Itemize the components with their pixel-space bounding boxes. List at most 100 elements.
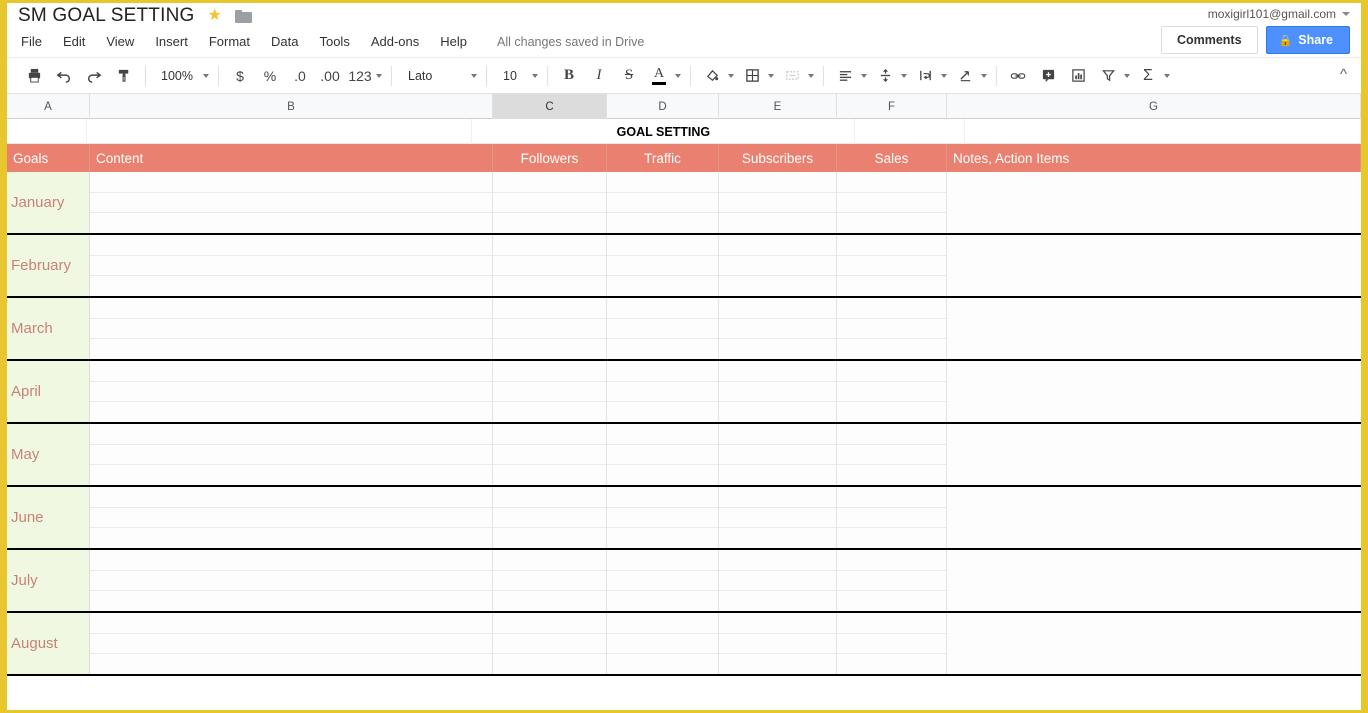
chevron-down-icon[interactable] — [376, 73, 382, 78]
grid-cell[interactable] — [90, 339, 492, 360]
grid-cell[interactable] — [607, 339, 718, 360]
sheet-title[interactable]: GOAL SETTING — [472, 119, 856, 144]
grid-cell[interactable] — [837, 654, 946, 675]
grid-cell[interactable] — [493, 276, 606, 297]
grid-cell[interactable] — [719, 654, 836, 675]
grid-cell[interactable] — [947, 235, 1361, 296]
grid-cell[interactable] — [837, 507, 946, 529]
grid-cell[interactable] — [607, 591, 718, 612]
grid-cell[interactable] — [493, 613, 606, 634]
grid-cell[interactable] — [493, 633, 606, 655]
grid-cell[interactable] — [607, 361, 718, 382]
zoom-select[interactable]: 100% — [152, 63, 212, 89]
grid-cell[interactable] — [90, 465, 492, 486]
grid-cell[interactable] — [607, 550, 718, 571]
chevron-down-icon[interactable] — [471, 73, 477, 78]
grid-cell[interactable] — [607, 424, 718, 445]
cell-column-notes[interactable] — [947, 550, 1361, 611]
grid-cell[interactable] — [837, 255, 946, 277]
cell-column-notes[interactable] — [947, 298, 1361, 359]
grid-cell[interactable] — [90, 528, 492, 549]
grid-cell[interactable] — [719, 318, 836, 340]
grid-cell[interactable] — [607, 192, 718, 214]
menu-item-insert[interactable]: Insert — [155, 34, 188, 49]
grid-cell[interactable] — [493, 487, 606, 508]
grid-cell[interactable] — [837, 361, 946, 382]
grid-cell[interactable] — [607, 381, 718, 403]
title-row-cell-b[interactable] — [87, 119, 473, 144]
grid-cell[interactable] — [493, 528, 606, 549]
grid-cell[interactable] — [493, 591, 606, 612]
table-header-sales[interactable]: Sales — [837, 144, 947, 172]
title-row-cell-a[interactable] — [7, 119, 87, 144]
table-header-content[interactable]: Content — [90, 144, 493, 172]
menu-item-help[interactable]: Help — [440, 34, 467, 49]
grid-cell[interactable] — [837, 318, 946, 340]
bold-button[interactable]: B — [556, 63, 582, 89]
month-label-cell[interactable]: July — [7, 550, 90, 611]
grid-cell[interactable] — [837, 424, 946, 445]
text-rotation-icon[interactable] — [952, 63, 978, 89]
grid-cell[interactable] — [947, 487, 1361, 548]
grid-cell[interactable] — [493, 381, 606, 403]
text-wrap-icon[interactable] — [912, 63, 938, 89]
grid-cell[interactable] — [719, 381, 836, 403]
grid-cell[interactable] — [719, 235, 836, 256]
title-row-cell-f[interactable] — [855, 119, 965, 144]
grid-cell[interactable] — [837, 465, 946, 486]
grid-cell[interactable] — [837, 339, 946, 360]
grid-cell[interactable] — [607, 528, 718, 549]
print-icon[interactable] — [21, 63, 47, 89]
grid-cell[interactable] — [947, 550, 1361, 611]
cell-column-notes[interactable] — [947, 172, 1361, 233]
grid-cell[interactable] — [719, 192, 836, 214]
italic-button[interactable]: I — [586, 63, 612, 89]
grid-cell[interactable] — [90, 235, 492, 256]
grid-cell[interactable] — [90, 507, 492, 529]
month-label-cell[interactable]: June — [7, 487, 90, 548]
grid-cell[interactable] — [493, 424, 606, 445]
grid-cell[interactable] — [90, 487, 492, 508]
grid-cell[interactable] — [90, 613, 492, 634]
month-label-cell[interactable]: February — [7, 235, 90, 296]
grid-cell[interactable] — [719, 361, 836, 382]
page-title[interactable]: SM GOAL SETTING — [18, 5, 195, 27]
table-header-traffic[interactable]: Traffic — [607, 144, 719, 172]
cell-column-notes[interactable] — [947, 487, 1361, 548]
grid-cell[interactable] — [837, 591, 946, 612]
grid-cell[interactable] — [947, 613, 1361, 674]
grid-cell[interactable] — [837, 298, 946, 319]
grid-cell[interactable] — [719, 213, 836, 234]
menu-item-addons[interactable]: Add-ons — [371, 34, 419, 49]
insert-link-icon[interactable] — [1005, 63, 1031, 89]
grid-cell[interactable] — [493, 192, 606, 214]
grid-cell[interactable] — [493, 255, 606, 277]
chevron-down-icon[interactable] — [768, 73, 774, 78]
table-header-goals[interactable]: Goals — [7, 144, 90, 172]
grid-cell[interactable] — [607, 654, 718, 675]
grid-cell[interactable] — [90, 591, 492, 612]
grid-cell[interactable] — [607, 487, 718, 508]
star-icon[interactable]: ★ — [208, 8, 222, 24]
grid-cell[interactable] — [719, 255, 836, 277]
redo-icon[interactable] — [81, 63, 107, 89]
horizontal-align-icon[interactable] — [832, 63, 858, 89]
chevron-down-icon[interactable] — [981, 73, 987, 78]
month-label-cell[interactable]: January — [7, 172, 90, 233]
comments-button[interactable]: Comments — [1160, 26, 1258, 54]
grid-cell[interactable] — [493, 507, 606, 529]
grid-cell[interactable] — [607, 255, 718, 277]
font-family-select[interactable]: Lato — [398, 63, 480, 89]
grid-cell[interactable] — [837, 550, 946, 571]
percent-format-button[interactable]: % — [257, 63, 283, 89]
menu-item-tools[interactable]: Tools — [319, 34, 349, 49]
menu-item-view[interactable]: View — [106, 34, 134, 49]
more-formats-button[interactable]: 123 — [347, 63, 373, 89]
grid-cell[interactable] — [607, 402, 718, 423]
grid-cell[interactable] — [837, 570, 946, 592]
decrease-decimal-button[interactable]: .0 — [287, 63, 313, 89]
strikethrough-button[interactable]: S — [616, 63, 642, 89]
grid-cell[interactable] — [607, 235, 718, 256]
grid-cell[interactable] — [90, 361, 492, 382]
grid-cell[interactable] — [719, 402, 836, 423]
